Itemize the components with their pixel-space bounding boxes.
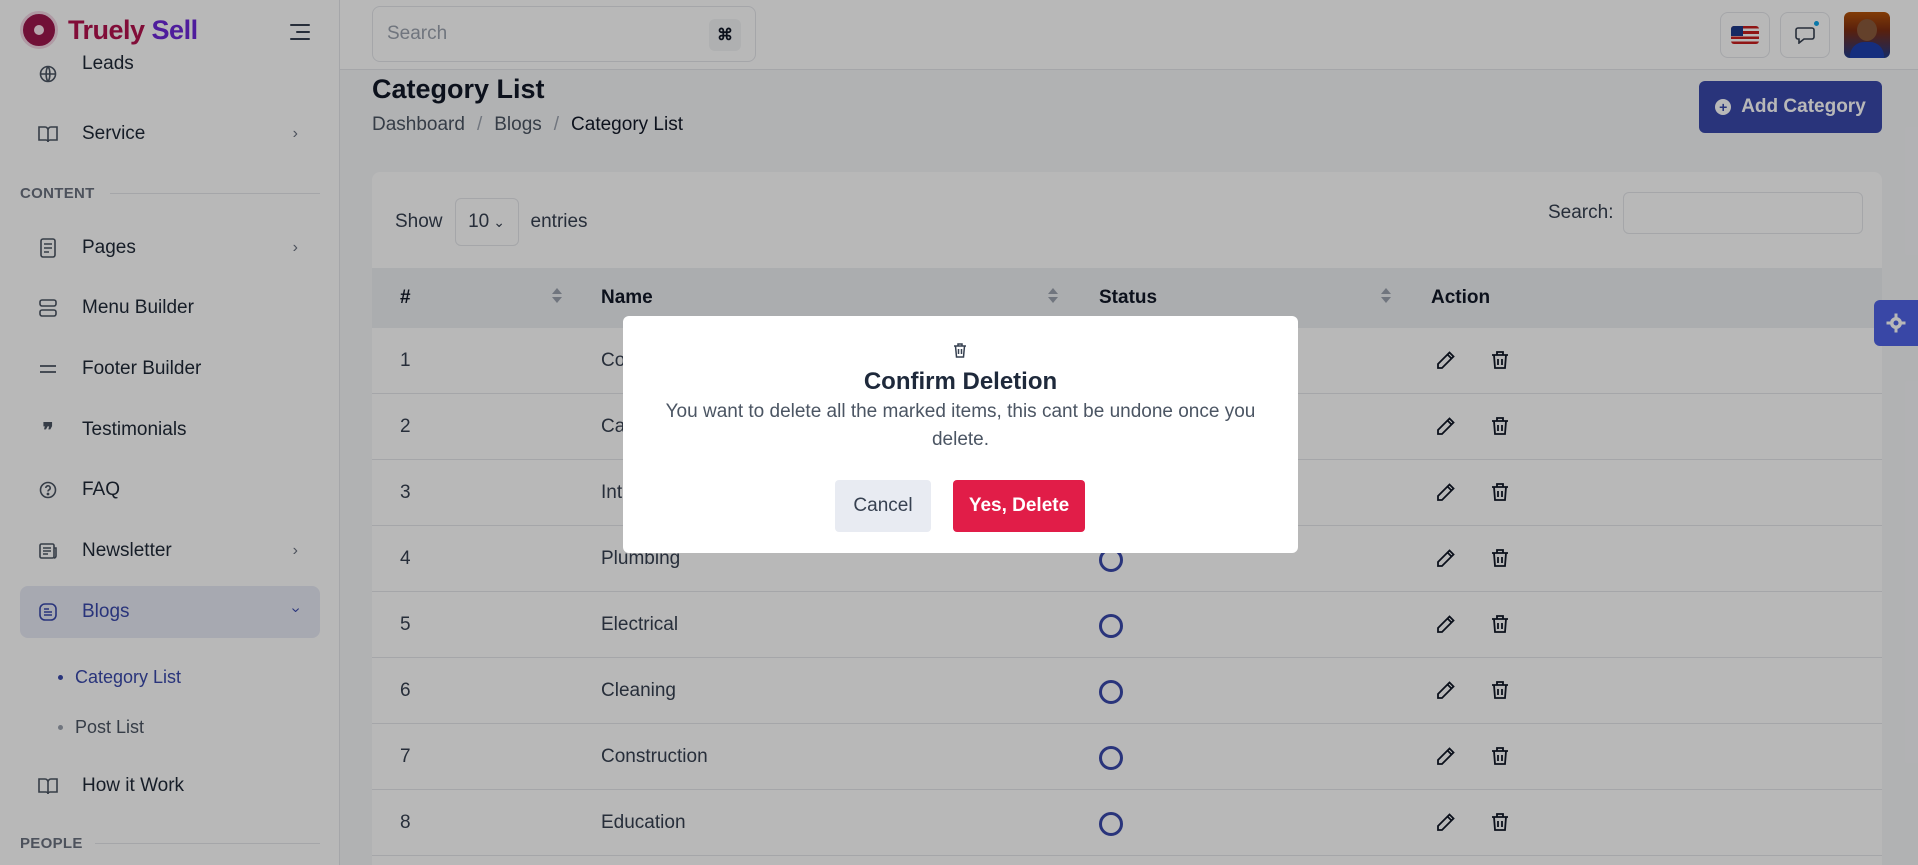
trash-icon — [954, 343, 966, 358]
cancel-button[interactable]: Cancel — [835, 480, 931, 532]
dialog-message: You want to delete all the marked items,… — [665, 401, 1256, 450]
confirm-delete-dialog: Confirm Deletion You want to delete all … — [623, 316, 1298, 553]
dialog-title: Confirm Deletion — [863, 368, 1058, 395]
confirm-delete-button[interactable]: Yes, Delete — [953, 480, 1085, 532]
